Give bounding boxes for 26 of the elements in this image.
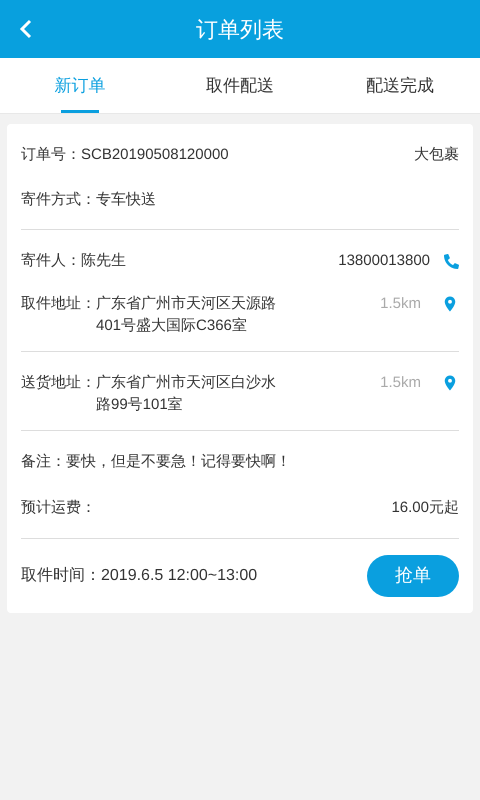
field-label: 订单号： (21, 145, 81, 165)
field-label: 送货地址： (21, 372, 96, 392)
back-icon[interactable] (20, 19, 32, 39)
pickup-time: 2019.6.5 12:00~13:00 (101, 566, 258, 586)
field-label: 寄件人： (21, 251, 81, 271)
package-type: 大包裹 (414, 145, 459, 165)
tab-indicator (61, 110, 99, 113)
phone-number: 13800013800 (338, 251, 430, 271)
phone-icon[interactable] (444, 254, 459, 269)
address-text: 广东省广州市天河区白沙水路99号101室 (96, 372, 277, 414)
order-number: SCB20190508120000 (81, 145, 229, 165)
tab[interactable]: 配送完成 (320, 58, 480, 113)
tab[interactable]: 取件配送 (160, 58, 320, 113)
distance-text: 1.5km (380, 372, 421, 392)
delivery-method: 专车快送 (96, 190, 156, 210)
fee-amount: 16.00元起 (391, 498, 459, 518)
distance-text: 1.5km (380, 294, 421, 314)
field-label: 取件时间： (21, 566, 101, 586)
field-label: 寄件方式： (21, 190, 96, 210)
sender-name: 陈先生 (81, 251, 126, 271)
field-label: 预计运费： (21, 498, 96, 518)
field-label: 取件地址： (21, 294, 96, 314)
page-title: 订单列表 (196, 16, 284, 44)
note-text: 要快，但是不要急！记得要快啊！ (66, 452, 291, 472)
field-label: 备注： (21, 452, 66, 472)
address-text: 广东省广州市天河区天源路401号盛大国际C366室 (96, 294, 277, 336)
